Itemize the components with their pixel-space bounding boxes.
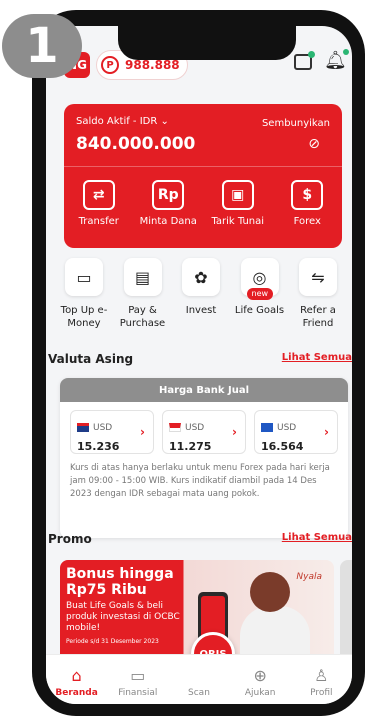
transfer-button[interactable]: ⇄ Transfer — [67, 180, 131, 227]
rate-card[interactable]: USD 16.564 › — [254, 410, 338, 454]
quick-item-label: Life Goals — [234, 305, 285, 316]
bill-icon: ▤ — [123, 258, 162, 296]
promo-brand-logo: Nyala — [296, 572, 322, 582]
scan-placeholder — [171, 666, 227, 686]
action-label: Tarik Tunai — [211, 216, 265, 227]
balance-actions: ⇄ Transfer Rp Minta Dana ▣ Tarik Tunai $… — [64, 180, 342, 227]
valuta-card: Harga Bank Jual USD 15.236 › USD 11.275 … — [60, 378, 348, 538]
bell-icon[interactable]: 🔔︎ — [324, 49, 349, 71]
home-icon: ⌂ — [71, 666, 82, 685]
quick-item-label: Refer a Friend — [300, 305, 336, 329]
atm-icon: ▣ — [221, 180, 254, 210]
valuta-see-all-link[interactable]: Lihat Semua — [282, 352, 352, 363]
phone-notch — [118, 26, 296, 60]
valuta-card-header: Harga Bank Jual — [60, 378, 348, 402]
points-icon: P — [101, 56, 119, 74]
rate-value: 15.236 — [77, 440, 120, 453]
promo-header: Promo Lihat Semua — [46, 532, 352, 552]
nav-label: Profil — [310, 688, 333, 698]
hide-balance-button[interactable]: Sembunyikan — [262, 118, 330, 129]
rate-card[interactable]: USD 15.236 › — [70, 410, 154, 454]
valuta-title: Valuta Asing — [48, 352, 134, 366]
transfer-icon: ⇄ — [82, 180, 115, 210]
forex-icon: $ — [291, 180, 324, 210]
chevron-right-icon: › — [232, 425, 237, 439]
action-label: Minta Dana — [139, 216, 197, 227]
minta-dana-button[interactable]: Rp Minta Dana — [136, 180, 200, 227]
rate-currency: USD — [93, 422, 113, 433]
person-head-illustration — [250, 572, 290, 612]
promo-banner-period: Periode s/d 31 Desember 2023 — [66, 638, 159, 645]
nav-label: Beranda — [55, 688, 98, 698]
nav-ajukan[interactable]: ⊕ Ajukan — [232, 666, 288, 698]
wallet-icon: ▭ — [65, 258, 103, 296]
balance-amount: 840.000.000 — [76, 134, 196, 154]
quick-item-label: Invest — [185, 305, 217, 316]
sg-flag-icon — [169, 423, 181, 432]
action-label: Forex — [293, 216, 321, 227]
plus-circle-icon: ⊕ — [253, 666, 267, 685]
balance-card: Saldo Aktif - IDR ⌄ 840.000.000 Sembunyi… — [64, 104, 342, 248]
plant-icon: ✿ — [182, 258, 220, 296]
app-screen: NG P 988.888 🔔︎ Saldo Aktif - IDR ⌄ 840.… — [46, 26, 352, 704]
rate-value: 11.275 — [169, 440, 212, 453]
nav-scan[interactable]: Scan — [171, 666, 227, 698]
rate-value: 16.564 — [261, 440, 304, 453]
quick-item-pay-purchase[interactable]: ▤ Pay & Purchase — [115, 258, 171, 330]
notification-dot — [342, 49, 349, 55]
rate-list: USD 15.236 › USD 11.275 › USD 16.564 › — [60, 402, 348, 454]
step-number-badge: 1 — [2, 14, 82, 78]
rate-currency: USD — [185, 422, 205, 433]
nav-label: Scan — [188, 688, 210, 698]
rate-currency: USD — [277, 422, 297, 433]
rate-disclaimer: Kurs di atas hanya berlaku untuk menu Fo… — [70, 463, 330, 499]
valuta-header: Valuta Asing Lihat Semua — [46, 352, 352, 372]
eye-slash-icon[interactable]: ⊘ — [308, 136, 320, 152]
promo-banner-title: Bonus hingga Rp75 Ribu — [66, 566, 174, 598]
tarik-tunai-button[interactable]: ▣ Tarik Tunai — [206, 180, 270, 227]
promo-banner-subtitle: Buat Life Goals & beli produk investasi … — [66, 601, 180, 633]
chevron-right-icon: › — [324, 425, 329, 439]
promo-text: Bonus hingga Rp75 Ribu Buat Life Goals &… — [66, 566, 186, 645]
nav-label: Ajukan — [244, 688, 276, 698]
finance-icon: ▭ — [130, 666, 146, 685]
nav-finansial[interactable]: ▭ Finansial — [110, 666, 166, 698]
request-money-icon: Rp — [152, 180, 185, 210]
chat-icon[interactable] — [294, 51, 315, 70]
quick-item-label: Top Up e-Money — [60, 305, 108, 329]
promo-title: Promo — [48, 532, 92, 546]
refer-icon: ⇋ — [299, 258, 337, 296]
rate-card[interactable]: USD 11.275 › — [162, 410, 246, 454]
promo-see-all-link[interactable]: Lihat Semua — [282, 532, 352, 543]
quick-item-refer-friend[interactable]: ⇋ Refer a Friend — [290, 258, 346, 330]
bottom-nav: ⌂ Beranda ▭ Finansial Scan ⊕ Ajukan ♙ Pr… — [46, 654, 352, 704]
chevron-right-icon: › — [140, 425, 145, 439]
eu-flag-icon — [261, 423, 273, 432]
person-icon: ♙ — [314, 666, 329, 685]
quick-item-life-goals[interactable]: ◎ new Life Goals — [232, 258, 288, 330]
nav-profil[interactable]: ♙ Profil — [293, 666, 349, 698]
quick-menu: ▭ Top Up e-Money ▤ Pay & Purchase ✿ Inve… — [56, 258, 346, 330]
balance-label[interactable]: Saldo Aktif - IDR ⌄ — [76, 116, 169, 127]
points-value: 988.888 — [125, 58, 180, 72]
nav-beranda[interactable]: ⌂ Beranda — [49, 666, 105, 698]
nav-label: Finansial — [118, 688, 158, 698]
us-flag-icon — [77, 423, 89, 432]
divider — [64, 166, 342, 167]
forex-button[interactable]: $ Forex — [275, 180, 339, 227]
quick-item-invest[interactable]: ✿ Invest — [173, 258, 229, 330]
action-label: Transfer — [78, 216, 119, 227]
quick-item-top-up[interactable]: ▭ Top Up e-Money — [56, 258, 112, 330]
new-badge: new — [246, 288, 274, 300]
quick-item-label: Pay & Purchase — [119, 305, 166, 329]
